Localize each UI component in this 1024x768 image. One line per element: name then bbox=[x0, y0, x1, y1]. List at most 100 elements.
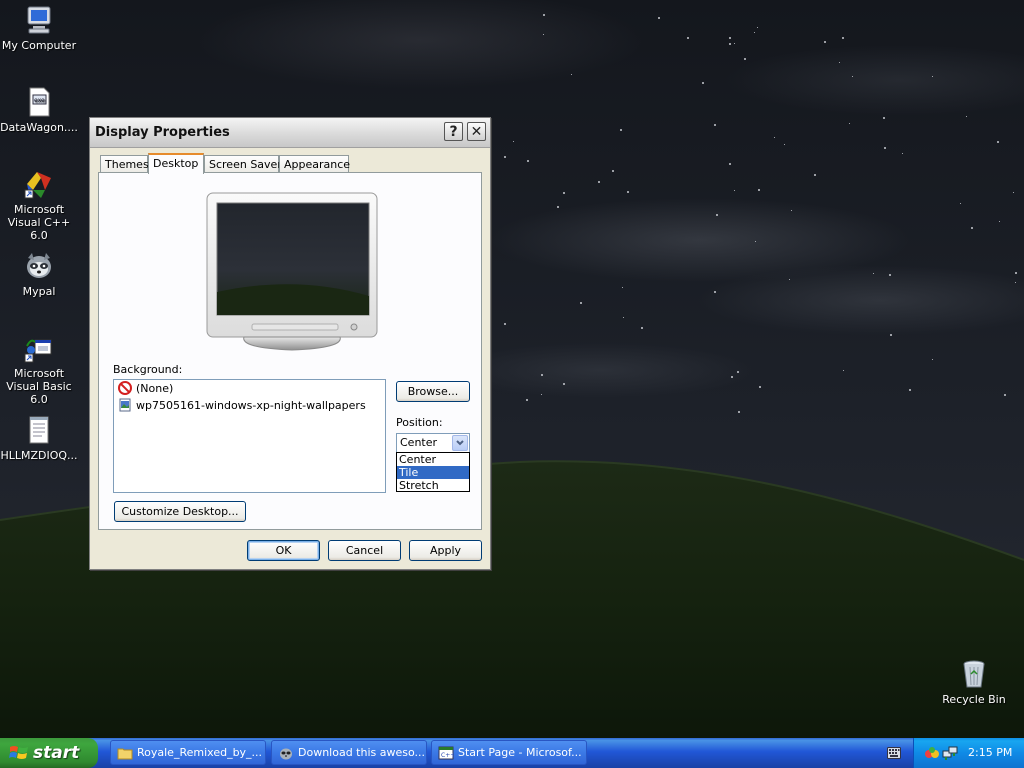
visual-cpp-icon: C++ bbox=[438, 746, 454, 760]
clock[interactable]: 2:15 PM bbox=[968, 746, 1012, 759]
star bbox=[734, 43, 735, 44]
tab-appearance[interactable]: Appearance bbox=[279, 155, 350, 172]
star bbox=[738, 411, 740, 413]
desktop-icon-visual-cpp[interactable]: Microsoft Visual C++ 6.0 bbox=[0, 168, 78, 242]
background-list[interactable]: (None) wp7505161-windows-xp-night-wallpa… bbox=[113, 379, 386, 493]
star bbox=[598, 181, 600, 183]
position-selected-value: Center bbox=[400, 436, 438, 449]
mypal-browser-icon bbox=[23, 250, 55, 282]
star bbox=[734, 190, 735, 191]
star bbox=[729, 163, 731, 165]
keyboard-icon[interactable] bbox=[887, 747, 901, 759]
help-button[interactable]: ? bbox=[444, 122, 463, 141]
position-option-center[interactable]: Center bbox=[397, 453, 469, 466]
tray-app-icon[interactable] bbox=[924, 745, 940, 761]
position-dropdown-button[interactable] bbox=[452, 435, 468, 451]
start-button[interactable]: start bbox=[0, 738, 98, 768]
star bbox=[759, 386, 761, 388]
star bbox=[612, 170, 614, 172]
star bbox=[843, 370, 844, 371]
star bbox=[889, 274, 891, 276]
desktop-icon-label: Mypal bbox=[22, 285, 56, 298]
window-titlebar[interactable]: Display Properties ? ✕ bbox=[90, 118, 490, 148]
monitor-preview bbox=[206, 192, 378, 351]
star bbox=[627, 191, 629, 193]
ok-button[interactable]: OK bbox=[247, 540, 320, 561]
taskbar-item-start-page[interactable]: C++ Start Page - Microsof... bbox=[431, 740, 587, 765]
star bbox=[737, 371, 739, 373]
star bbox=[960, 203, 961, 204]
star bbox=[789, 279, 790, 280]
star bbox=[731, 376, 733, 378]
star bbox=[563, 383, 565, 385]
star bbox=[1015, 282, 1016, 283]
star bbox=[824, 41, 826, 43]
star bbox=[658, 17, 660, 19]
star bbox=[971, 227, 973, 229]
star bbox=[541, 394, 542, 395]
background-item-none[interactable]: (None) bbox=[118, 381, 173, 397]
desktop-icon-hllmzdioq[interactable]: HLLMZDIOQ... bbox=[0, 414, 78, 462]
star bbox=[999, 221, 1000, 222]
browse-button[interactable]: Browse... bbox=[396, 381, 470, 402]
background-item-wallpaper[interactable]: wp7505161-windows-xp-night-wallpapers bbox=[118, 398, 366, 414]
notepad-document-icon bbox=[23, 414, 55, 446]
star bbox=[754, 32, 755, 33]
desktop-icon-visual-basic[interactable]: Microsoft Visual Basic 6.0 bbox=[0, 332, 78, 406]
star bbox=[504, 156, 506, 158]
desktop-icon-label: HLLMZDIOQ... bbox=[0, 449, 78, 462]
star bbox=[729, 43, 731, 45]
position-select[interactable]: Center bbox=[396, 433, 470, 453]
customize-desktop-button[interactable]: Customize Desktop... bbox=[114, 501, 246, 522]
window-title: Display Properties bbox=[95, 125, 230, 140]
taskbar-item-mypal-download[interactable]: Download this aweso... bbox=[271, 740, 427, 765]
tab-desktop[interactable]: Desktop bbox=[148, 153, 204, 174]
position-option-stretch[interactable]: Stretch bbox=[397, 479, 469, 492]
star bbox=[932, 359, 933, 360]
star bbox=[623, 317, 624, 318]
star bbox=[814, 174, 816, 176]
apply-button[interactable]: Apply bbox=[409, 540, 482, 561]
star bbox=[504, 323, 506, 325]
cancel-button[interactable]: Cancel bbox=[328, 540, 401, 561]
desktop-icon-datawagon[interactable]: exe DataWagon.... bbox=[0, 86, 78, 134]
taskbar: start Royale_Remixed_by_... Download thi… bbox=[0, 738, 1024, 768]
star bbox=[714, 291, 716, 293]
display-properties-window: Display Properties ? ✕ Themes Desktop Sc… bbox=[89, 117, 491, 570]
desktop-icon-label: Recycle Bin bbox=[942, 693, 1006, 706]
star bbox=[839, 62, 840, 63]
star bbox=[791, 210, 792, 211]
network-icon[interactable] bbox=[942, 745, 958, 761]
star bbox=[526, 399, 528, 401]
star bbox=[1013, 192, 1014, 193]
chevron-down-icon bbox=[456, 440, 464, 446]
star bbox=[909, 389, 911, 391]
tab-screen-saver[interactable]: Screen Saver bbox=[204, 155, 282, 172]
star bbox=[716, 214, 718, 216]
close-button[interactable]: ✕ bbox=[467, 122, 486, 141]
star bbox=[641, 327, 643, 329]
star bbox=[849, 123, 850, 124]
datawagon-document-icon: exe bbox=[23, 86, 55, 118]
star bbox=[902, 153, 903, 154]
position-dropdown-list[interactable]: Center Tile Stretch bbox=[396, 452, 470, 492]
desktop-icon-my-computer[interactable]: My Computer bbox=[0, 4, 78, 52]
tab-themes[interactable]: Themes bbox=[100, 155, 149, 172]
star bbox=[774, 137, 775, 138]
desktop-icon-recycle-bin[interactable]: Recycle Bin bbox=[935, 658, 1013, 706]
taskbar-item-royale-folder[interactable]: Royale_Remixed_by_... bbox=[110, 740, 266, 765]
star bbox=[543, 34, 544, 35]
position-option-tile[interactable]: Tile bbox=[397, 466, 469, 479]
star bbox=[571, 74, 572, 75]
position-label: Position: bbox=[396, 416, 443, 429]
mypal-browser-icon bbox=[280, 748, 292, 760]
star bbox=[883, 117, 885, 119]
svg-text:exe: exe bbox=[34, 97, 45, 104]
star bbox=[714, 124, 716, 126]
star bbox=[580, 302, 582, 304]
desktop-icon-mypal[interactable]: Mypal bbox=[0, 250, 78, 298]
star bbox=[852, 76, 853, 77]
windows-flag-icon bbox=[9, 746, 28, 759]
star bbox=[557, 206, 559, 208]
star bbox=[1004, 394, 1006, 396]
